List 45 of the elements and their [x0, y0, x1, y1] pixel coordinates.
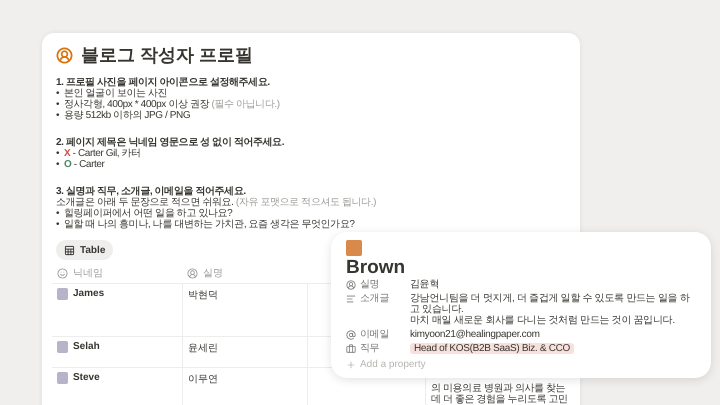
person-icon — [187, 268, 198, 279]
table-view-tab[interactable]: Table — [56, 240, 114, 260]
lines-icon — [346, 294, 356, 304]
property-value: 마치 매일 새로운 회사를 다니는 것처럼 만드는 것이 꿈입니다. — [410, 315, 676, 326]
table-cell: 의 미용의료 병원과 의사를 찾는 데 더 좋은 경험을 누리도록 고민 — [431, 383, 568, 405]
section-heading: 3. 실명과 직무, 소개글, 이메일을 적어주세요. — [56, 186, 246, 197]
section-heading: 1. 프로필 사진을 페이지 아이콘으로 설정해주세요. — [56, 77, 270, 88]
list-item: • 본인 얼굴이 보이는 사진 — [56, 88, 168, 99]
table-icon — [64, 244, 75, 256]
table-cell: Selah — [73, 341, 100, 353]
list-item: • 용량 512kb 이하의 JPG / PNG — [56, 110, 190, 121]
list-item: • 힐링페이퍼에서 어떤 일을 하고 있나요? — [56, 208, 232, 219]
page-title: 블로그 작성자 프로필 — [81, 45, 254, 65]
property-label: 소개글 — [360, 293, 390, 304]
property-value: 강남언니팀을 더 멋지게, 더 즐겁게 일할 수 있도록 만드는 일을 하고 있습니다. — [410, 293, 691, 315]
briefcase-icon — [346, 344, 356, 354]
role-tag: Head of KOS(B2B SaaS) Biz. & CCO — [410, 343, 574, 354]
property-label: 실명 — [360, 279, 380, 290]
property-value: 김윤혁 — [410, 279, 440, 290]
table-cell: James — [73, 288, 104, 300]
table-cell: Steve — [73, 372, 100, 384]
property-value: kimyoon21@healingpaper.com — [410, 329, 541, 340]
table-cell: 윤세린 — [188, 343, 218, 354]
plus-icon — [346, 360, 356, 370]
at-icon — [346, 330, 356, 340]
property-label: 이메일 — [360, 329, 390, 340]
face-icon — [57, 268, 68, 279]
property-label: 직무 — [360, 343, 380, 354]
photo-placeholder — [57, 341, 68, 353]
photo-placeholder — [346, 240, 362, 256]
table-cell: 이무연 — [188, 374, 218, 385]
person-icon — [346, 280, 356, 290]
photo-placeholder — [57, 372, 68, 384]
photo-placeholder — [57, 288, 68, 300]
list-item: • X - Carter Gil, 카터 — [56, 148, 141, 159]
person-icon — [56, 46, 73, 64]
list-item: • O - Carter — [56, 159, 104, 170]
column-header: 닉네임 — [73, 267, 103, 281]
list-item: • 정사각형, 400px * 400px 이상 권장 (필수 아닙니다.) — [56, 99, 280, 110]
section-heading: 2. 페이지 제목은 닉네임 영문으로 성 없이 적어주세요. — [56, 137, 284, 148]
card-title: Brown — [346, 257, 406, 278]
list-item: • 일할 때 나의 흥미나, 나를 대변하는 가치관, 요즘 생각은 무엇인가요? — [56, 219, 355, 230]
column-header: 실명 — [203, 267, 223, 281]
list-item: 소개글은 아래 두 문장으로 적으면 쉬워요. (자유 포맷으로 적으셔도 됩니다.) — [56, 197, 376, 208]
table-cell: 박현덕 — [188, 290, 218, 301]
